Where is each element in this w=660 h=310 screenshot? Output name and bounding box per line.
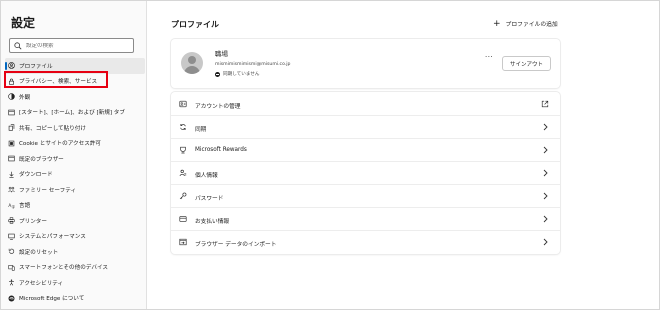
row-label: 個人情報 bbox=[195, 172, 218, 179]
family-icon bbox=[8, 186, 15, 193]
chevron-right-icon bbox=[543, 123, 548, 131]
sidebar-item-label: [スタート]、[ホーム]、および [新規] タブ bbox=[19, 110, 125, 117]
sidebar-item-label: 外観 bbox=[19, 94, 31, 101]
sidebar-item-label: プリンター bbox=[19, 218, 47, 225]
row-label: 同期 bbox=[195, 126, 207, 133]
sidebar-item-share[interactable]: 共有、コピーして貼り付け bbox=[5, 120, 145, 136]
row-label: アカウントの管理 bbox=[195, 103, 241, 110]
search-input[interactable] bbox=[26, 42, 126, 49]
sidebar-item-printers[interactable]: プリンター bbox=[5, 213, 145, 229]
row-import-data[interactable]: ブラウザー データのインポート bbox=[171, 230, 560, 253]
sidebar-item-start-home[interactable]: [スタート]、[ホーム]、および [新規] タブ bbox=[5, 105, 145, 121]
language-icon: A字 bbox=[8, 202, 16, 209]
sidebar-item-label: 設定のリセット bbox=[19, 249, 59, 256]
palette-icon bbox=[8, 93, 15, 100]
profile-icon bbox=[8, 62, 15, 69]
sidebar-item-accessibility[interactable]: アクセシビリティ bbox=[5, 275, 145, 291]
page-title: プロファイル bbox=[171, 20, 219, 29]
sidebar-item-label: アクセシビリティ bbox=[19, 280, 64, 287]
plus-icon: + bbox=[493, 18, 501, 29]
personal-info-icon bbox=[179, 169, 187, 177]
add-profile-button[interactable]: + プロファイルの追加 bbox=[493, 19, 558, 28]
browser-icon bbox=[8, 155, 15, 162]
card-icon bbox=[179, 216, 187, 222]
sidebar-item-family[interactable]: ファミリー セーフティ bbox=[5, 182, 145, 198]
row-label: パスワード bbox=[195, 195, 224, 202]
sidebar-item-label: Cookie とサイトのアクセス許可 bbox=[19, 141, 102, 148]
profile-settings-list: アカウントの管理 同期 Microsoft Rewards 個人情報 パスワード… bbox=[171, 92, 560, 254]
sidebar-item-label: ファミリー セーフティ bbox=[19, 187, 77, 194]
sidebar-item-downloads[interactable]: ダウンロード bbox=[5, 167, 145, 183]
highlight-box bbox=[4, 71, 108, 88]
sync-icon bbox=[180, 124, 186, 130]
sidebar: 設定 プロファイル プライバシー、検索、サービス 外観 [スタート]、[ホーム]… bbox=[1, 1, 147, 309]
sidebar-item-phone[interactable]: スマートフォンとその他のデバイス bbox=[5, 260, 145, 276]
sidebar-item-label: 言語 bbox=[19, 203, 31, 210]
sidebar-item-reset[interactable]: 設定のリセット bbox=[5, 244, 145, 260]
sync-status-label: 同期していません bbox=[223, 72, 260, 77]
phone-icon bbox=[8, 264, 15, 271]
row-manage-account[interactable]: アカウントの管理 bbox=[171, 92, 560, 115]
avatar bbox=[181, 52, 203, 74]
sync-off-icon bbox=[215, 71, 220, 77]
sidebar-item-system[interactable]: システムとパフォーマンス bbox=[5, 229, 145, 245]
row-label: お支払い情報 bbox=[195, 218, 230, 225]
sidebar-item-label: ダウンロード bbox=[19, 172, 53, 179]
sidebar-item-languages[interactable]: A字 言語 bbox=[5, 198, 145, 214]
sidebar-item-cookies[interactable]: Cookie とサイトのアクセス許可 bbox=[5, 136, 145, 152]
account-icon bbox=[179, 100, 187, 108]
search-box[interactable] bbox=[9, 38, 134, 53]
accessibility-icon bbox=[9, 279, 14, 286]
svg-text:字: 字 bbox=[12, 204, 16, 209]
sync-status: 同期していません bbox=[215, 71, 259, 77]
more-options-button[interactable]: ··· bbox=[485, 53, 493, 61]
sidebar-item-label: 共有、コピーして貼り付け bbox=[19, 125, 86, 132]
sidebar-item-appearance[interactable]: 外観 bbox=[5, 89, 145, 105]
profile-email: mismimismimismi@misumi.co.jp bbox=[215, 62, 291, 67]
external-link-icon bbox=[541, 100, 549, 107]
search-icon bbox=[14, 41, 22, 49]
row-payment[interactable]: お支払い情報 bbox=[171, 207, 560, 230]
chevron-right-icon bbox=[543, 215, 548, 223]
start-home-icon bbox=[8, 109, 15, 115]
chevron-right-icon bbox=[543, 238, 548, 246]
chevron-right-icon bbox=[543, 192, 548, 200]
sidebar-item-label: 既定のブラウザー bbox=[19, 156, 64, 163]
add-profile-label: プロファイルの追加 bbox=[505, 22, 558, 28]
import-icon bbox=[179, 238, 187, 246]
row-label: ブラウザー データのインポート bbox=[195, 241, 277, 248]
profile-name: 職場 bbox=[215, 50, 228, 58]
cookie-icon bbox=[8, 140, 15, 146]
row-rewards[interactable]: Microsoft Rewards bbox=[171, 138, 560, 161]
sidebar-item-label: システムとパフォーマンス bbox=[19, 234, 86, 241]
edge-icon bbox=[8, 294, 15, 302]
sidebar-nav: プロファイル プライバシー、検索、サービス 外観 [スタート]、[ホーム]、およ… bbox=[5, 58, 145, 306]
row-passwords[interactable]: パスワード bbox=[171, 184, 560, 207]
sidebar-item-default-browser[interactable]: 既定のブラウザー bbox=[5, 151, 145, 167]
sidebar-item-about[interactable]: Microsoft Edge について bbox=[5, 291, 145, 307]
sidebar-item-label: Microsoft Edge について bbox=[19, 296, 85, 303]
printer-icon bbox=[8, 217, 15, 224]
chevron-right-icon bbox=[543, 169, 548, 177]
system-icon bbox=[8, 233, 15, 240]
row-personal-info[interactable]: 個人情報 bbox=[171, 161, 560, 184]
row-sync[interactable]: 同期 bbox=[171, 115, 560, 138]
sidebar-item-label: スマートフォンとその他のデバイス bbox=[19, 265, 108, 272]
share-icon bbox=[8, 124, 15, 131]
chevron-right-icon bbox=[543, 146, 548, 154]
sidebar-title: 設定 bbox=[11, 16, 36, 30]
rewards-icon bbox=[180, 146, 186, 154]
row-label: Microsoft Rewards bbox=[195, 146, 247, 153]
reset-icon bbox=[8, 248, 15, 254]
signout-button[interactable]: サインアウト bbox=[502, 56, 551, 71]
download-icon bbox=[9, 171, 14, 178]
sidebar-item-label: プロファイル bbox=[19, 63, 53, 70]
key-icon bbox=[179, 192, 187, 200]
